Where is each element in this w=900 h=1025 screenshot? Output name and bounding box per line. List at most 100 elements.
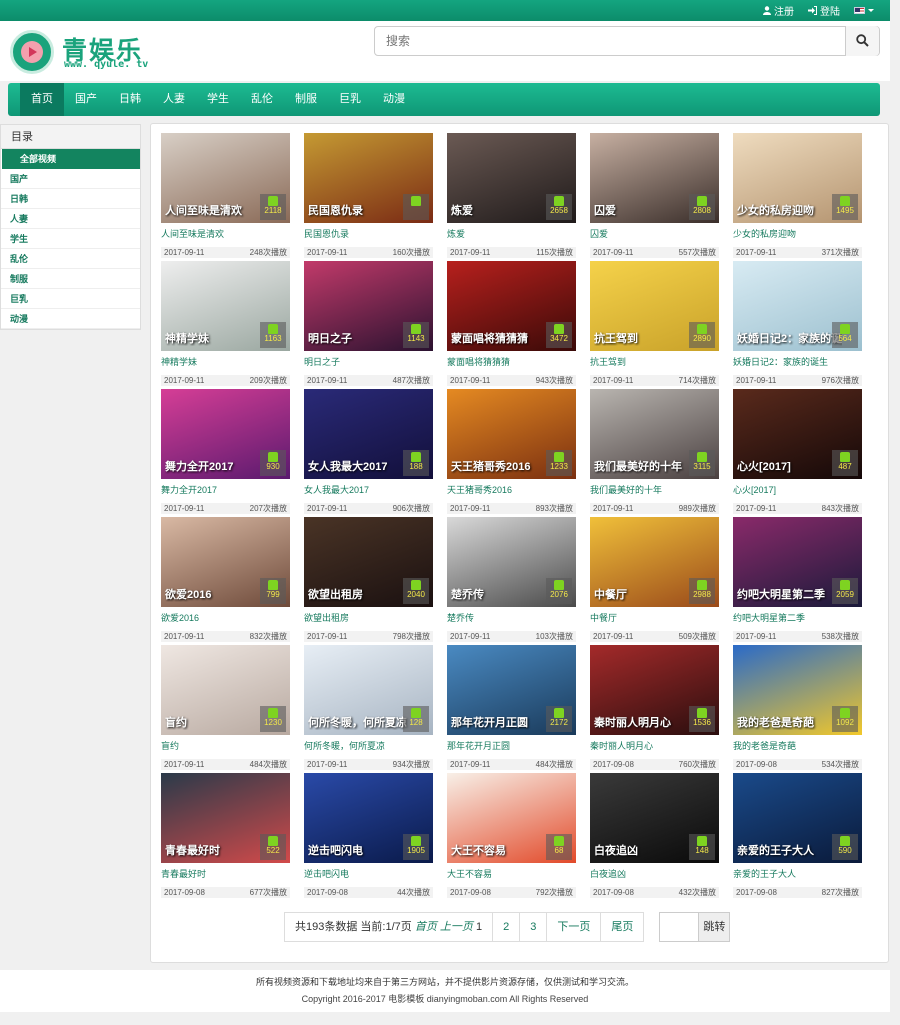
language-dropdown[interactable] (854, 7, 874, 14)
page-3-link[interactable]: 3 (519, 912, 548, 942)
video-title-link[interactable]: 我们最美好的十年 (590, 483, 719, 497)
video-poster[interactable]: 炼爱 2658 (447, 133, 576, 223)
video-title-link[interactable]: 蒙面唱将猜猜猜 (447, 355, 576, 369)
sidebar-item[interactable]: 国产 (1, 169, 140, 189)
like-badge: 2040 (403, 578, 429, 604)
video-title-link[interactable]: 人间至味是清欢 (161, 227, 290, 241)
video-title-link[interactable]: 大王不容易 (447, 867, 576, 881)
sidebar-item[interactable]: 全部视频 (2, 149, 140, 169)
first-page-link[interactable]: 首页 (415, 921, 437, 933)
video-poster[interactable]: 亲爱的王子大人 590 (733, 773, 862, 863)
video-poster[interactable]: 中餐厅 2988 (590, 517, 719, 607)
nav-item[interactable]: 巨乳 (328, 83, 372, 116)
video-title-link[interactable]: 欲望出租房 (304, 611, 433, 625)
video-poster[interactable]: 欲望出租房 2040 (304, 517, 433, 607)
page-jump-input[interactable] (659, 912, 700, 942)
video-poster[interactable]: 我们最美好的十年 3115 (590, 389, 719, 479)
video-poster[interactable]: 囚爱 2808 (590, 133, 719, 223)
video-poster[interactable]: 何所冬暖，何所夏凉 128 (304, 645, 433, 735)
video-title-link[interactable]: 逆击吧闪电 (304, 867, 433, 881)
video-title-link[interactable]: 白夜追凶 (590, 867, 719, 881)
video-poster[interactable]: 青春最好时 522 (161, 773, 290, 863)
nav-item[interactable]: 日韩 (108, 83, 152, 116)
video-title-link[interactable]: 民国恩仇录 (304, 227, 433, 241)
video-title-link[interactable]: 舞力全开2017 (161, 483, 290, 497)
video-title-link[interactable]: 我的老爸是奇葩 (733, 739, 862, 753)
poster-title-art: 白夜追凶 (594, 845, 638, 857)
video-poster[interactable]: 秦时丽人明月心 1536 (590, 645, 719, 735)
caret-down-icon (868, 9, 874, 12)
like-badge (403, 194, 429, 220)
video-title-link[interactable]: 女人我最大2017 (304, 483, 433, 497)
video-title-link[interactable]: 盲约 (161, 739, 290, 753)
search-button[interactable] (845, 26, 879, 56)
sidebar-item[interactable]: 动漫 (1, 309, 140, 329)
video-poster[interactable]: 我的老爸是奇葩 1092 (733, 645, 862, 735)
play-count: 103次播放 (535, 632, 573, 641)
video-poster[interactable]: 蒙面唱将猜猜猜 3472 (447, 261, 576, 351)
sidebar-item[interactable]: 巨乳 (1, 289, 140, 309)
video-title-link[interactable]: 囚爱 (590, 227, 719, 241)
video-poster[interactable]: 抗王驾到 2890 (590, 261, 719, 351)
video-title-link[interactable]: 亲爱的王子大人 (733, 867, 862, 881)
nav-item[interactable]: 动漫 (372, 83, 416, 116)
video-poster[interactable]: 逆击吧闪电 1905 (304, 773, 433, 863)
like-count: 1163 (264, 334, 282, 343)
sidebar-item[interactable]: 学生 (1, 229, 140, 249)
video-title-link[interactable]: 何所冬暖，何所夏凉 (304, 739, 433, 753)
video-poster[interactable]: 民国恩仇录 (304, 133, 433, 223)
video-poster[interactable]: 少女的私房迎吻 1495 (733, 133, 862, 223)
nav-item[interactable]: 首页 (20, 83, 64, 116)
video-title-link[interactable]: 青春最好时 (161, 867, 290, 881)
sidebar-item[interactable]: 乱伦 (1, 249, 140, 269)
sidebar-item[interactable]: 制服 (1, 269, 140, 289)
search-input[interactable] (375, 27, 847, 55)
video-title-link[interactable]: 神精学妹 (161, 355, 290, 369)
video-poster[interactable]: 人间至味是清欢 2118 (161, 133, 290, 223)
video-poster[interactable]: 女人我最大2017 188 (304, 389, 433, 479)
video-poster[interactable]: 约吧大明星第二季 2059 (733, 517, 862, 607)
video-poster[interactable]: 心火[2017] 487 (733, 389, 862, 479)
nav-item[interactable]: 国产 (64, 83, 108, 116)
play-count: 893次播放 (535, 504, 573, 513)
nav-item[interactable]: 制服 (284, 83, 328, 116)
video-poster[interactable]: 盲约 1230 (161, 645, 290, 735)
video-title-link[interactable]: 抗王驾到 (590, 355, 719, 369)
video-poster[interactable]: 舞力全开2017 930 (161, 389, 290, 479)
video-title-link[interactable]: 约吧大明星第二季 (733, 611, 862, 625)
video-title-link[interactable]: 明日之子 (304, 355, 433, 369)
video-poster[interactable]: 神精学妹 1163 (161, 261, 290, 351)
video-title-link[interactable]: 心火[2017] (733, 483, 862, 497)
video-title-link[interactable]: 妖婚日记2：家族的诞生 (733, 355, 862, 369)
video-poster[interactable]: 妖婚日记2：家族的诞生 564 (733, 261, 862, 351)
video-title-link[interactable]: 少女的私房迎吻 (733, 227, 862, 241)
video-title-link[interactable]: 天王猪哥秀2016 (447, 483, 576, 497)
nav-item[interactable]: 乱伦 (240, 83, 284, 116)
video-poster[interactable]: 天王猪哥秀2016 1233 (447, 389, 576, 479)
jump-button[interactable]: 跳转 (699, 912, 731, 942)
video-poster[interactable]: 白夜追凶 148 (590, 773, 719, 863)
poster-title-art: 青春最好时 (165, 845, 220, 857)
video-poster[interactable]: 那年花开月正圆 2172 (447, 645, 576, 735)
nav-item[interactable]: 学生 (196, 83, 240, 116)
next-page-link[interactable]: 下一页 (546, 912, 602, 942)
video-poster[interactable]: 欲爱2016 799 (161, 517, 290, 607)
video-title-link[interactable]: 中餐厅 (590, 611, 719, 625)
sidebar-item[interactable]: 人妻 (1, 209, 140, 229)
nav-item[interactable]: 人妻 (152, 83, 196, 116)
register-link[interactable]: 注册 (763, 3, 794, 18)
logo-play-icon[interactable] (10, 30, 54, 74)
video-title-link[interactable]: 楚乔传 (447, 611, 576, 625)
page-2-link[interactable]: 2 (492, 912, 521, 942)
video-title-link[interactable]: 那年花开月正圆 (447, 739, 576, 753)
sidebar-item[interactable]: 日韩 (1, 189, 140, 209)
video-title-link[interactable]: 欲爱2016 (161, 611, 290, 625)
video-title-link[interactable]: 秦时丽人明月心 (590, 739, 719, 753)
last-page-link[interactable]: 尾页 (600, 912, 645, 942)
video-poster[interactable]: 楚乔传 2076 (447, 517, 576, 607)
video-poster[interactable]: 大王不容易 68 (447, 773, 576, 863)
login-link[interactable]: 登陆 (808, 3, 840, 18)
video-poster[interactable]: 明日之子 1143 (304, 261, 433, 351)
prev-page-link[interactable]: 上一页 (440, 921, 473, 933)
video-title-link[interactable]: 炼爱 (447, 227, 576, 241)
